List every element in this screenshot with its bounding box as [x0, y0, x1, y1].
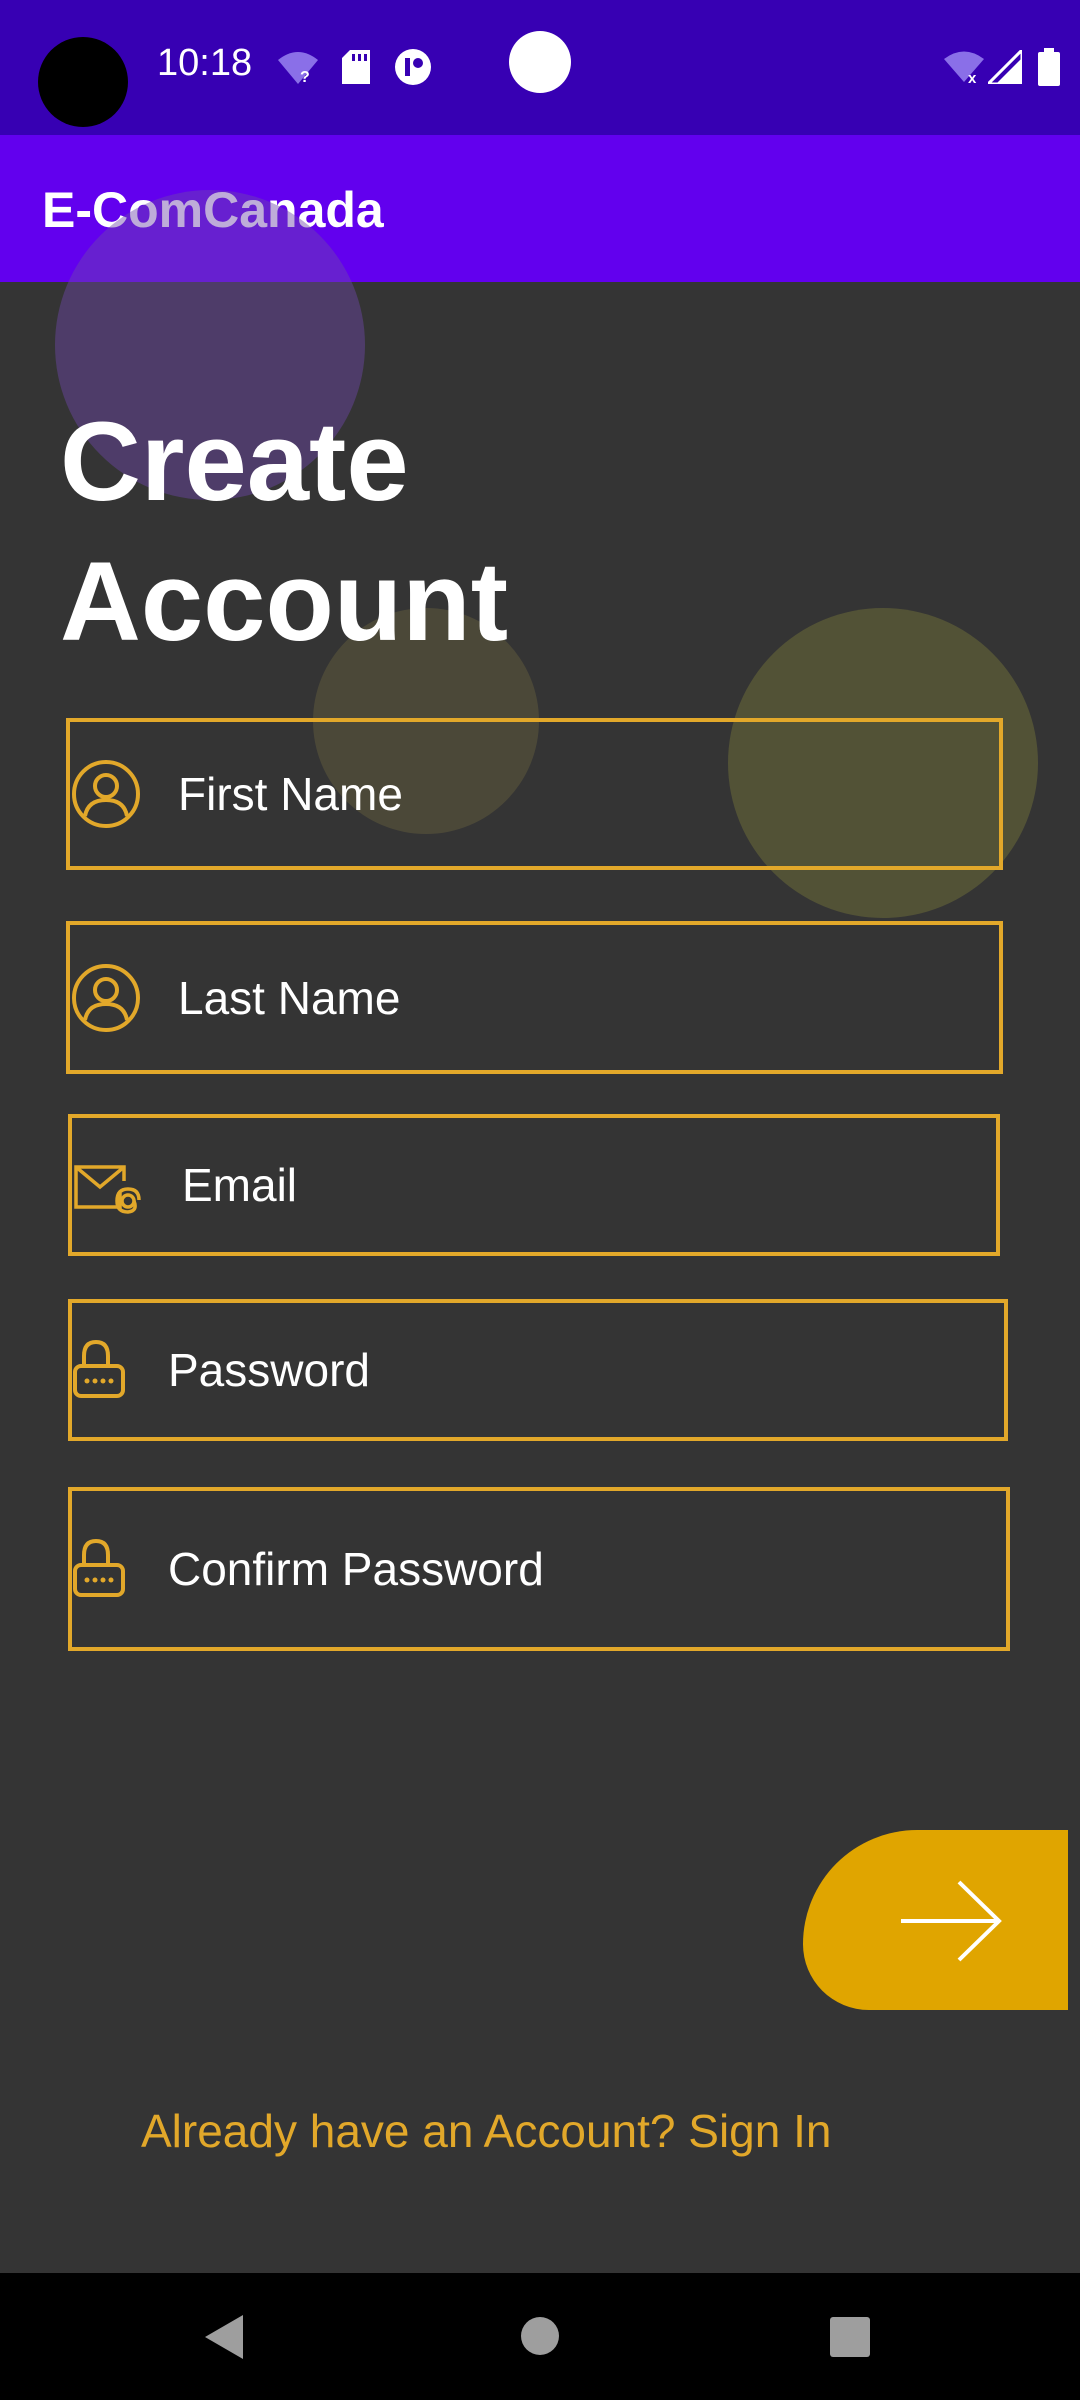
- page-title-line-2: Account: [60, 539, 508, 664]
- navigation-bar: [0, 2273, 1080, 2400]
- wifi-off-icon: x: [944, 51, 984, 84]
- last-name-input[interactable]: [178, 925, 989, 1070]
- person-icon: [72, 760, 140, 828]
- arrow-right-icon: [901, 1880, 1002, 1962]
- email-at-icon: [74, 1165, 141, 1214]
- page-title-line-1: Create: [60, 399, 409, 524]
- svg-text:?: ?: [300, 69, 310, 86]
- first-name-input[interactable]: [178, 722, 989, 866]
- sd-card-icon: [342, 50, 370, 84]
- wifi-question-icon: ?: [278, 52, 318, 86]
- screen: 10:18 ? x E-ComCanada Create Account Fir…: [0, 0, 1080, 2400]
- home-icon[interactable]: [520, 2316, 560, 2356]
- first-name-field[interactable]: [66, 718, 1003, 870]
- email-input[interactable]: [182, 1118, 986, 1252]
- page-title: Create Account: [60, 392, 508, 672]
- password-input[interactable]: [168, 1303, 994, 1437]
- app-notification-icon: [395, 49, 431, 85]
- next-button[interactable]: [803, 1830, 1068, 2010]
- battery-icon: [1038, 48, 1060, 86]
- notch-dot: [509, 31, 571, 93]
- confirm-password-field[interactable]: [68, 1487, 1010, 1651]
- status-time: 10:18: [157, 42, 253, 84]
- recents-icon[interactable]: [830, 2317, 870, 2357]
- status-bar: 10:18 ? x: [0, 0, 1080, 135]
- password-field[interactable]: [68, 1299, 1008, 1441]
- back-icon[interactable]: [203, 2313, 245, 2361]
- lock-icon: [73, 1339, 125, 1398]
- person-icon: [72, 963, 140, 1032]
- email-field[interactable]: [68, 1114, 1000, 1256]
- lock-icon: [73, 1538, 125, 1597]
- cell-signal-icon: [988, 50, 1022, 84]
- last-name-field[interactable]: [66, 921, 1003, 1074]
- camera-cutout: [38, 37, 128, 127]
- confirm-password-input[interactable]: [168, 1491, 996, 1647]
- sign-in-link[interactable]: Already have an Account? Sign In: [141, 2104, 831, 2158]
- svg-text:x: x: [968, 70, 977, 84]
